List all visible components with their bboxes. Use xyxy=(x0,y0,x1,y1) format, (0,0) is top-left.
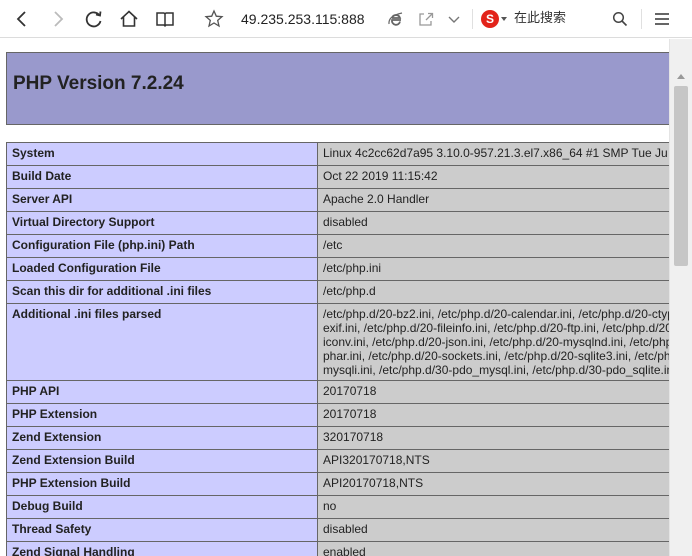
hamburger-menu-icon xyxy=(655,13,669,25)
table-row: Server API Apache 2.0 Handler xyxy=(6,188,669,212)
home-button[interactable] xyxy=(114,4,144,34)
forward-button[interactable] xyxy=(43,4,73,34)
chevron-down-icon xyxy=(448,16,460,23)
star-icon xyxy=(204,9,224,28)
row-value: no xyxy=(317,495,669,519)
row-key: PHP Extension Build xyxy=(6,472,318,496)
share-icon xyxy=(419,12,434,26)
row-value: 20170718 xyxy=(317,380,669,404)
ini-line: iconv.ini, /etc/php.d/20-json.ini, /etc/… xyxy=(323,335,669,349)
table-row: PHP API 20170718 xyxy=(6,380,669,404)
row-value: disabled xyxy=(317,518,669,542)
ini-line: phar.ini, /etc/php.d/20-sockets.ini, /et… xyxy=(323,349,669,363)
ini-line: exif.ini, /etc/php.d/20-fileinfo.ini, /e… xyxy=(323,321,669,335)
row-value-multiline: /etc/php.d/20-bz2.ini, /etc/php.d/20-cal… xyxy=(317,303,669,381)
row-key: Debug Build xyxy=(6,495,318,519)
table-row: PHP Extension Build API20170718,NTS xyxy=(6,472,669,496)
table-row: PHP Extension 20170718 xyxy=(6,403,669,427)
row-key: System xyxy=(6,142,318,166)
search-engine-caret-icon[interactable] xyxy=(501,17,507,21)
refresh-icon xyxy=(85,11,102,28)
forward-arrow-icon xyxy=(54,11,64,27)
table-row: Scan this dir for additional .ini files /… xyxy=(6,280,669,304)
row-key: Virtual Directory Support xyxy=(6,211,318,235)
row-key: Configuration File (php.ini) Path xyxy=(6,234,318,258)
row-key: Zend Extension Build xyxy=(6,449,318,473)
table-row: Thread Safety disabled xyxy=(6,518,669,542)
row-key: Thread Safety xyxy=(6,518,318,542)
share-button[interactable] xyxy=(411,4,441,34)
row-key: Scan this dir for additional .ini files xyxy=(6,280,318,304)
home-icon xyxy=(120,10,138,27)
row-value: Apache 2.0 Handler xyxy=(317,188,669,212)
table-row: Zend Signal Handling enabled xyxy=(6,541,669,556)
row-key: Server API xyxy=(6,188,318,212)
table-row: Additional .ini files parsed /etc/php.d/… xyxy=(6,303,669,381)
row-key: Zend Extension xyxy=(6,426,318,450)
row-value: API20170718,NTS xyxy=(317,472,669,496)
search-button[interactable] xyxy=(605,4,635,34)
table-row: Zend Extension 320170718 xyxy=(6,426,669,450)
page-title: PHP Version 7.2.24 xyxy=(13,73,184,94)
table-row: Debug Build no xyxy=(6,495,669,519)
row-key: Loaded Configuration File xyxy=(6,257,318,281)
row-value: 320170718 xyxy=(317,426,669,450)
search-input[interactable]: 在此搜索 xyxy=(514,10,604,28)
row-value: /etc/php.ini xyxy=(317,257,669,281)
table-row: Build Date Oct 22 2019 11:15:42 xyxy=(6,165,669,189)
menu-button[interactable] xyxy=(647,4,677,34)
row-value: 20170718 xyxy=(317,403,669,427)
php-info-table: System Linux 4c2cc62d7a95 3.10.0-957.21.3… xyxy=(6,142,669,556)
back-arrow-icon xyxy=(16,11,26,27)
table-row: Loaded Configuration File/etc/php.ini xyxy=(6,257,669,281)
search-engine-logo-icon[interactable]: S xyxy=(481,10,499,28)
table-row: System Linux 4c2cc62d7a95 3.10.0-957.21.3… xyxy=(6,142,669,166)
reader-button[interactable] xyxy=(150,4,180,34)
php-version-header: PHP Version 7.2.24 xyxy=(6,52,669,125)
row-value: enabled xyxy=(317,541,669,556)
table-row: Virtual Directory Support disabled xyxy=(6,211,669,235)
ie-mode-button[interactable] xyxy=(381,4,411,34)
back-button[interactable] xyxy=(7,4,37,34)
refresh-button[interactable] xyxy=(79,4,109,34)
ini-line: mysqli.ini, /etc/php.d/30-pdo_mysql.ini,… xyxy=(323,363,669,377)
book-icon xyxy=(156,12,174,28)
row-key: Zend Signal Handling xyxy=(6,541,318,556)
row-value: /etc xyxy=(317,234,669,258)
scroll-up-arrow-icon[interactable] xyxy=(677,74,685,79)
scrollbar-thumb[interactable] xyxy=(674,86,688,266)
bookmark-button[interactable] xyxy=(199,4,229,34)
row-value: Linux 4c2cc62d7a95 3.10.0-957.21.3.el7.x… xyxy=(317,142,669,166)
page-content: PHP Version 7.2.24 System Linux 4c2cc62d7… xyxy=(0,39,669,556)
row-value: API320170718,NTS xyxy=(317,449,669,473)
row-key: Build Date xyxy=(6,165,318,189)
row-key: Additional .ini files parsed xyxy=(6,303,318,381)
search-icon xyxy=(612,11,628,27)
row-value: Oct 22 2019 11:15:42 xyxy=(317,165,669,189)
toolbar-divider xyxy=(641,9,642,29)
table-row: Zend Extension Build API320170718,NTS xyxy=(6,449,669,473)
table-row: Configuration File (php.ini) Path/etc xyxy=(6,234,669,258)
ie-logo-icon xyxy=(388,12,403,26)
vertical-scrollbar[interactable] xyxy=(669,39,692,556)
row-value: /etc/php.d xyxy=(317,280,669,304)
row-value: disabled xyxy=(317,211,669,235)
address-dropdown-button[interactable] xyxy=(439,4,469,34)
toolbar-divider xyxy=(472,9,473,29)
row-key: PHP Extension xyxy=(6,403,318,427)
address-bar-url[interactable]: 49.235.253.115:888 xyxy=(241,10,369,28)
row-key: PHP API xyxy=(6,380,318,404)
ini-line: /etc/php.d/20-bz2.ini, /etc/php.d/20-cal… xyxy=(323,307,669,321)
browser-toolbar: 49.235.253.115:888 S 在此搜索 xyxy=(0,0,692,38)
